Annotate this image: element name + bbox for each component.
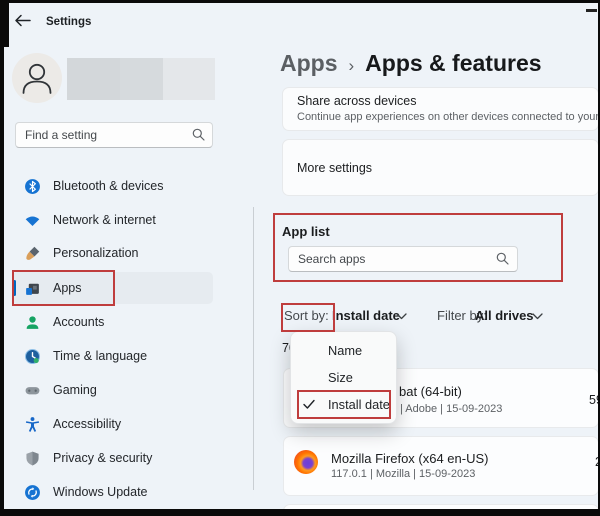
sidebar-item-accessibility[interactable]: Accessibility bbox=[12, 408, 213, 440]
sidebar-content-divider bbox=[253, 207, 254, 490]
window-title: Settings bbox=[46, 16, 91, 28]
sort-dropdown-menu: Name Size Install date bbox=[290, 331, 397, 424]
sidebar-item-label: Windows Update bbox=[53, 485, 148, 499]
apps-icon bbox=[24, 280, 41, 297]
sidebar-item-apps[interactable]: Apps bbox=[12, 272, 213, 304]
back-button[interactable] bbox=[14, 14, 34, 30]
sidebar-item-label: Gaming bbox=[53, 383, 97, 397]
menu-item-size[interactable]: Size bbox=[291, 364, 396, 391]
menu-item-label: Name bbox=[328, 343, 362, 358]
page-title: Apps & features bbox=[365, 50, 541, 77]
breadcrumb: Apps › Apps & features bbox=[280, 50, 542, 77]
breadcrumb-separator-icon: › bbox=[349, 56, 355, 76]
back-arrow-icon bbox=[14, 14, 31, 27]
sort-by-value[interactable]: Install date bbox=[332, 308, 400, 323]
card-title: More settings bbox=[297, 161, 372, 175]
card-title: Share across devices bbox=[297, 94, 598, 108]
app-meta: | Adobe | 15-09-2023 bbox=[400, 403, 502, 415]
app-meta: 117.0.1 | Mozilla | 15-09-2023 bbox=[331, 468, 475, 480]
checkmark-icon bbox=[303, 399, 315, 410]
user-avatar[interactable] bbox=[12, 53, 62, 103]
app-list-heading: App list bbox=[282, 224, 330, 239]
chevron-down-icon[interactable] bbox=[532, 313, 543, 320]
chevron-down-icon[interactable] bbox=[396, 313, 407, 320]
breadcrumb-parent[interactable]: Apps bbox=[280, 50, 338, 77]
sidebar-item-privacy-security[interactable]: Privacy & security bbox=[12, 442, 213, 474]
sidebar-item-accounts[interactable]: Accounts bbox=[12, 306, 213, 338]
search-icon bbox=[192, 128, 205, 141]
time-language-icon bbox=[24, 348, 41, 365]
sort-filter-bar: Sort by: Install date Filter by: All dri… bbox=[284, 308, 554, 326]
settings-window: Settings Bluetooth & devices Network & i… bbox=[0, 0, 600, 516]
accounts-icon bbox=[24, 314, 41, 331]
menu-item-label: Size bbox=[328, 370, 353, 385]
bluetooth-icon bbox=[24, 178, 41, 195]
sidebar-item-network[interactable]: Network & internet bbox=[12, 204, 213, 236]
privacy-security-icon bbox=[24, 450, 41, 467]
app-search-input[interactable] bbox=[288, 246, 518, 272]
sidebar-item-label: Accessibility bbox=[53, 417, 121, 431]
sidebar-item-label: Bluetooth & devices bbox=[53, 179, 164, 193]
minimize-button[interactable] bbox=[586, 9, 597, 12]
network-icon bbox=[24, 212, 41, 229]
sidebar-item-label: Personalization bbox=[53, 246, 138, 260]
app-search bbox=[288, 246, 518, 272]
frame-border-bottom bbox=[0, 509, 600, 516]
search-icon bbox=[496, 252, 509, 265]
card-more-settings[interactable]: More settings bbox=[282, 139, 599, 196]
app-name: Mozilla Firefox (x64 en-US) bbox=[331, 451, 489, 466]
windows-update-icon bbox=[24, 484, 41, 501]
settings-screen: Settings Bluetooth & devices Network & i… bbox=[0, 0, 600, 516]
filter-by-value[interactable]: All drives bbox=[475, 308, 534, 323]
sidebar-item-bluetooth[interactable]: Bluetooth & devices bbox=[12, 170, 213, 202]
frame-border-notch bbox=[0, 0, 9, 47]
sidebar-item-label: Network & internet bbox=[53, 213, 156, 227]
sidebar-item-personalization[interactable]: Personalization bbox=[12, 237, 213, 269]
sidebar-item-gaming[interactable]: Gaming bbox=[12, 374, 213, 406]
menu-item-label: Install date bbox=[328, 397, 390, 412]
sidebar-item-time-language[interactable]: Time & language bbox=[12, 340, 213, 372]
user-name-redacted bbox=[67, 58, 120, 100]
accessibility-icon bbox=[24, 416, 41, 433]
firefox-icon bbox=[294, 450, 318, 474]
frame-border-left bbox=[0, 0, 4, 516]
user-name-redacted bbox=[120, 58, 163, 100]
app-name: bat (64-bit) bbox=[399, 384, 462, 399]
settings-search bbox=[15, 122, 213, 148]
menu-item-install-date[interactable]: Install date bbox=[291, 391, 396, 418]
personalization-icon bbox=[24, 245, 41, 262]
frame-border-top bbox=[0, 0, 600, 3]
settings-search-input[interactable] bbox=[15, 122, 213, 148]
sidebar-item-label: Time & language bbox=[53, 349, 147, 363]
user-email-redacted bbox=[163, 58, 215, 100]
menu-item-name[interactable]: Name bbox=[291, 337, 396, 364]
sort-by-label: Sort by: bbox=[284, 308, 329, 323]
card-subtitle: Continue app experiences on other device… bbox=[297, 111, 598, 123]
card-share-across-devices[interactable]: Share across devices Continue app experi… bbox=[282, 87, 599, 131]
selected-indicator bbox=[13, 280, 16, 296]
gaming-icon bbox=[24, 382, 41, 399]
app-row-firefox[interactable]: Mozilla Firefox (x64 en-US) 117.0.1 | Mo… bbox=[283, 436, 599, 496]
sidebar-item-label: Privacy & security bbox=[53, 451, 152, 465]
sidebar-item-windows-update[interactable]: Windows Update bbox=[12, 476, 213, 508]
sidebar-item-label: Apps bbox=[53, 281, 82, 295]
sidebar-item-label: Accounts bbox=[53, 315, 104, 329]
